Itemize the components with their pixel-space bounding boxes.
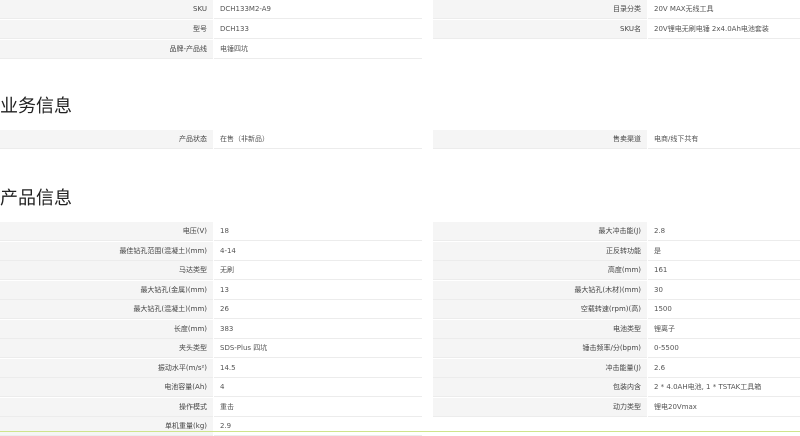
row-value: 锂离子: [648, 320, 800, 339]
row-label: 电压(V): [0, 222, 213, 241]
row-value: 无刷: [214, 261, 422, 280]
row-label: 正反转功能: [433, 242, 647, 261]
table-row: 最大钻孔(木材)(mm) 30: [433, 281, 800, 300]
row-value: DCH133: [214, 20, 422, 39]
table-row: 长度(mm) 383: [0, 320, 422, 339]
row-label: 最大钻孔(金属)(mm): [0, 281, 213, 300]
row-label: 夹头类型: [0, 339, 213, 358]
table-row: 锤击频率/分(bpm) 0-5500: [433, 339, 800, 358]
table-row: 空载转速(rpm)(高) 1500: [433, 300, 800, 319]
table-row: 冲击能量(J) 2.6: [433, 359, 800, 378]
row-value: 2.9: [214, 417, 422, 436]
row-label: 操作模式: [0, 398, 213, 417]
row-value: 20V MAX无线工具: [648, 0, 800, 19]
row-label: 目录分类: [433, 0, 647, 19]
row-label: 最大钻孔(木材)(mm): [433, 281, 647, 300]
row-value: 电商/线下共有: [648, 130, 800, 149]
row-label: 锤击频率/分(bpm): [433, 339, 647, 358]
table-row: 电池容量(Ah) 4: [0, 378, 422, 397]
row-value: 4: [214, 378, 422, 397]
table-row: 最大钻孔(混凝土)(mm) 26: [0, 300, 422, 319]
row-label: SKU: [0, 0, 213, 19]
row-label: 包装内含: [433, 378, 647, 397]
table-row: 产品状态 在售（非新品）: [0, 130, 422, 149]
table-row: 包装内含 2 * 4.0AH电池, 1 * TSTAK工具箱: [433, 378, 800, 397]
table-row: 售卖渠道 电商/线下共有: [433, 130, 800, 149]
row-value: 30: [648, 281, 800, 300]
table-row: 振动水平(m/s²) 14.5: [0, 359, 422, 378]
row-label: 动力类型: [433, 398, 647, 417]
row-value: 1500: [648, 300, 800, 319]
row-label: 电池容量(Ah): [0, 378, 213, 397]
table-row: 最大冲击能(J) 2.8: [433, 222, 800, 241]
row-value: 4-14: [214, 242, 422, 261]
row-value: 161: [648, 261, 800, 280]
row-value: 是: [648, 242, 800, 261]
table-row: 型号 DCH133: [0, 20, 422, 39]
row-label: 电池类型: [433, 320, 647, 339]
row-value: 13: [214, 281, 422, 300]
table-row: 操作模式 重击: [0, 398, 422, 417]
row-label: 长度(mm): [0, 320, 213, 339]
row-label: 售卖渠道: [433, 130, 647, 149]
row-value: SDS-Plus 四坑: [214, 339, 422, 358]
row-label: 空载转速(rpm)(高): [433, 300, 647, 319]
row-label: 冲击能量(J): [433, 359, 647, 378]
row-value: 在售（非新品）: [214, 130, 422, 149]
row-label: 振动水平(m/s²): [0, 359, 213, 378]
table-row: 电池类型 锂离子: [433, 320, 800, 339]
row-value: 18: [214, 222, 422, 241]
table-row: SKU名 20V锂电无刷电锤 2x4.0Ah电池套装: [433, 20, 800, 39]
table-row: SKU DCH133M2-A9: [0, 0, 422, 19]
table-row: 最大钻孔(金属)(mm) 13: [0, 281, 422, 300]
table-row: 高度(mm) 161: [433, 261, 800, 280]
row-value: 14.5: [214, 359, 422, 378]
row-label: 最大钻孔(混凝土)(mm): [0, 300, 213, 319]
row-value: 383: [214, 320, 422, 339]
row-value: 锂电20Vmax: [648, 398, 800, 417]
row-label: 单机重量(kg): [0, 417, 213, 436]
row-value: 26: [214, 300, 422, 319]
section-title-business: 业务信息: [0, 96, 72, 117]
row-label: 马达类型: [0, 261, 213, 280]
table-row: 最佳钻孔范围(混凝土)(mm) 4-14: [0, 242, 422, 261]
table-row: 单机重量(kg) 2.9: [0, 417, 422, 436]
row-label: 最佳钻孔范围(混凝土)(mm): [0, 242, 213, 261]
row-value: 0-5500: [648, 339, 800, 358]
table-row: 夹头类型 SDS-Plus 四坑: [0, 339, 422, 358]
row-label: 品牌-产品线: [0, 40, 213, 59]
row-value: 2.6: [648, 359, 800, 378]
section-title-product: 产品信息: [0, 188, 72, 209]
row-label: 产品状态: [0, 130, 213, 149]
table-row: 马达类型 无刷: [0, 261, 422, 280]
table-row: 正反转功能是: [433, 242, 800, 261]
table-row: 目录分类 20V MAX无线工具: [433, 0, 800, 19]
row-value: 重击: [214, 398, 422, 417]
row-value: 电锤四坑: [214, 40, 422, 59]
row-value: 20V锂电无刷电锤 2x4.0Ah电池套装: [648, 20, 800, 39]
table-row: 电压(V) 18: [0, 222, 422, 241]
row-label: 高度(mm): [433, 261, 647, 280]
row-value: 2 * 4.0AH电池, 1 * TSTAK工具箱: [648, 378, 800, 397]
table-row: 品牌-产品线 电锤四坑: [0, 40, 422, 59]
table-row: 动力类型 锂电20Vmax: [433, 398, 800, 417]
row-label: 型号: [0, 20, 213, 39]
row-value: 2.8: [648, 222, 800, 241]
row-label: 最大冲击能(J): [433, 222, 647, 241]
row-value: DCH133M2-A9: [214, 0, 422, 19]
row-label: SKU名: [433, 20, 647, 39]
